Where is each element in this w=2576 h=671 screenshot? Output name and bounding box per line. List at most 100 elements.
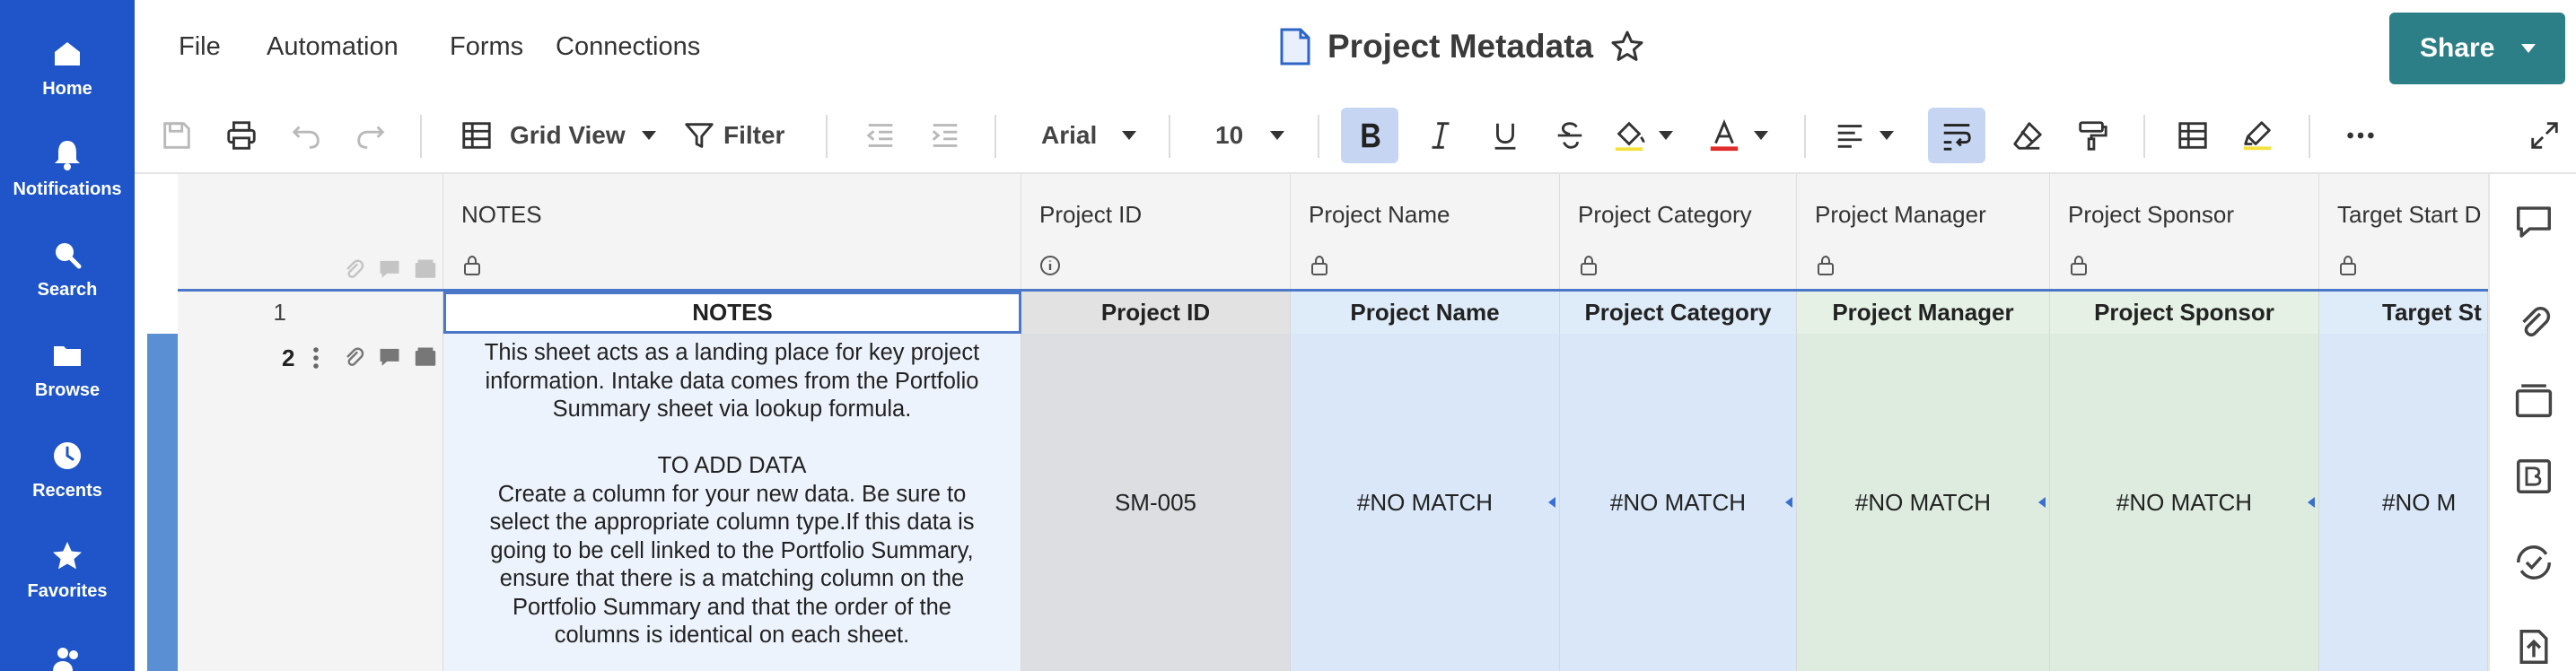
- search-icon: [56, 243, 82, 269]
- nav-recents[interactable]: Recents: [0, 438, 135, 501]
- print-button[interactable]: [219, 113, 264, 158]
- column-header-project-sponsor[interactable]: Project Sponsor: [2050, 174, 2319, 289]
- expand-button[interactable]: [2522, 113, 2567, 158]
- favorite-star-icon[interactable]: [1609, 29, 1645, 65]
- view-selector[interactable]: Grid View: [454, 113, 662, 158]
- font-size-select[interactable]: 10: [1215, 113, 1285, 158]
- chevron-down-icon: [1122, 131, 1137, 140]
- notes-line: This sheet acts as a landing place for k…: [484, 340, 980, 365]
- proof-icon[interactable]: [413, 344, 438, 370]
- menu-connections[interactable]: Connections: [556, 32, 700, 62]
- highlighter-icon: [2243, 121, 2272, 151]
- comments-icon[interactable]: [2513, 201, 2554, 242]
- attachment-icon: [346, 259, 364, 278]
- align-button[interactable]: [1833, 113, 1894, 158]
- nav-people[interactable]: [0, 642, 135, 671]
- cell-project-name-header[interactable]: Project Name: [1291, 292, 1560, 334]
- highlight-changes-button[interactable]: [2235, 113, 2280, 158]
- cell-project-id[interactable]: SM-005: [1021, 334, 1291, 671]
- column-header-label: NOTES: [461, 201, 542, 228]
- save-button[interactable]: [154, 113, 199, 158]
- notes-line: Create a column for your new data. Be su…: [497, 481, 967, 507]
- folder-icon: [54, 346, 81, 366]
- notes-text: This sheet acts as a landing place for k…: [476, 336, 988, 654]
- cell-project-id-header[interactable]: Project ID: [1021, 292, 1291, 334]
- bold-button[interactable]: [1341, 108, 1398, 163]
- italic-button[interactable]: [1418, 113, 1463, 158]
- undo-button[interactable]: [284, 113, 329, 158]
- row-header[interactable]: 2: [178, 334, 469, 671]
- redo-button[interactable]: [348, 113, 393, 158]
- cell-target-start[interactable]: #NO M: [2319, 334, 2488, 671]
- column-header-label: Project Name: [1309, 201, 1450, 228]
- nav-home-label: Home: [42, 79, 92, 99]
- cell-project-category-header[interactable]: Project Category: [1560, 292, 1797, 334]
- column-header-project-manager[interactable]: Project Manager: [1797, 174, 2050, 289]
- cell-project-manager-header[interactable]: Project Manager: [1797, 292, 2050, 334]
- lock-icon: [1818, 255, 1834, 275]
- chevron-down-icon: [2521, 44, 2537, 53]
- fill-color-button[interactable]: [1612, 113, 1673, 158]
- more-options-button[interactable]: [2335, 113, 2386, 158]
- toolbar-separator: [994, 115, 996, 158]
- people-icon: [53, 648, 78, 671]
- paint-bucket-icon: [1615, 121, 1645, 152]
- left-navigation: Home Notifications Search Browse Recents…: [0, 0, 135, 671]
- wrap-text-icon: [1943, 124, 1971, 151]
- chevron-down-icon: [1754, 131, 1768, 140]
- column-header-project-id[interactable]: Project ID: [1021, 174, 1291, 289]
- menu-automation[interactable]: Automation: [267, 32, 399, 62]
- text-color-button[interactable]: [1707, 113, 1768, 158]
- cell-project-sponsor[interactable]: #NO MATCH: [2050, 334, 2319, 671]
- notes-line: Summary sheet via lookup formula.: [552, 396, 912, 422]
- format-painter-button[interactable]: [2070, 113, 2115, 158]
- column-header-project-name[interactable]: Project Name: [1291, 174, 1560, 289]
- row-number[interactable]: 1: [178, 292, 443, 334]
- menu-file[interactable]: File: [179, 32, 221, 62]
- eraser-icon: [2013, 122, 2042, 150]
- cell-target-start-header[interactable]: Target St: [2319, 292, 2488, 334]
- share-button[interactable]: Share: [2389, 13, 2565, 84]
- column-header-label: Project ID: [1039, 201, 1143, 228]
- nav-home[interactable]: Home: [0, 36, 135, 100]
- cell-project-sponsor-header[interactable]: Project Sponsor: [2050, 292, 2319, 334]
- clear-format-button[interactable]: [2005, 113, 2050, 158]
- summary-icon[interactable]: [2513, 456, 2554, 497]
- row-menu-icon[interactable]: [307, 344, 325, 371]
- column-header-project-category[interactable]: Project Category: [1560, 174, 1797, 289]
- outdent-button[interactable]: [858, 113, 903, 158]
- attachment-icon[interactable]: [341, 344, 366, 370]
- nav-search[interactable]: Search: [0, 237, 135, 301]
- table-row: 1 NOTES Project ID Project Name Project …: [178, 289, 2488, 334]
- strikethrough-button[interactable]: [1547, 113, 1592, 158]
- nav-favorites[interactable]: Favorites: [0, 538, 135, 602]
- proofing-icon[interactable]: [2513, 379, 2554, 420]
- activity-log-icon[interactable]: [2513, 542, 2554, 583]
- wrap-text-button[interactable]: [1928, 108, 1985, 163]
- filter-button[interactable]: Filter: [682, 113, 784, 158]
- menu-forms[interactable]: Forms: [450, 32, 523, 62]
- cell-project-category[interactable]: #NO MATCH: [1560, 334, 1797, 671]
- font-family-value: Arial: [1041, 121, 1098, 149]
- publish-icon[interactable]: [2513, 626, 2554, 667]
- attachments-icon[interactable]: [2513, 301, 2554, 343]
- column-header-notes[interactable]: NOTES: [443, 174, 1021, 289]
- table-icon: [2178, 122, 2207, 149]
- star-icon: [53, 542, 82, 570]
- underline-button[interactable]: [1483, 113, 1528, 158]
- comment-icon[interactable]: [377, 344, 402, 370]
- link-indicator-icon: [1548, 497, 1555, 508]
- nav-browse[interactable]: Browse: [0, 337, 135, 401]
- nav-notifications[interactable]: Notifications: [0, 136, 135, 200]
- cell-notes[interactable]: This sheet acts as a landing place for k…: [443, 334, 1021, 671]
- cell-project-name[interactable]: #NO MATCH: [1291, 334, 1560, 671]
- font-family-select[interactable]: Arial: [1041, 113, 1137, 158]
- cell-project-manager[interactable]: #NO MATCH: [1797, 334, 2050, 671]
- toolbar-separator: [826, 115, 828, 158]
- cell-notes-header[interactable]: NOTES: [443, 292, 1021, 334]
- column-header-target-start[interactable]: Target Start D: [2319, 174, 2488, 289]
- indent-button[interactable]: [923, 113, 968, 158]
- top-menu-bar: File Automation Forms Connections Projec…: [135, 0, 2576, 97]
- clock-icon: [54, 442, 81, 469]
- column-properties-button[interactable]: [2170, 113, 2215, 158]
